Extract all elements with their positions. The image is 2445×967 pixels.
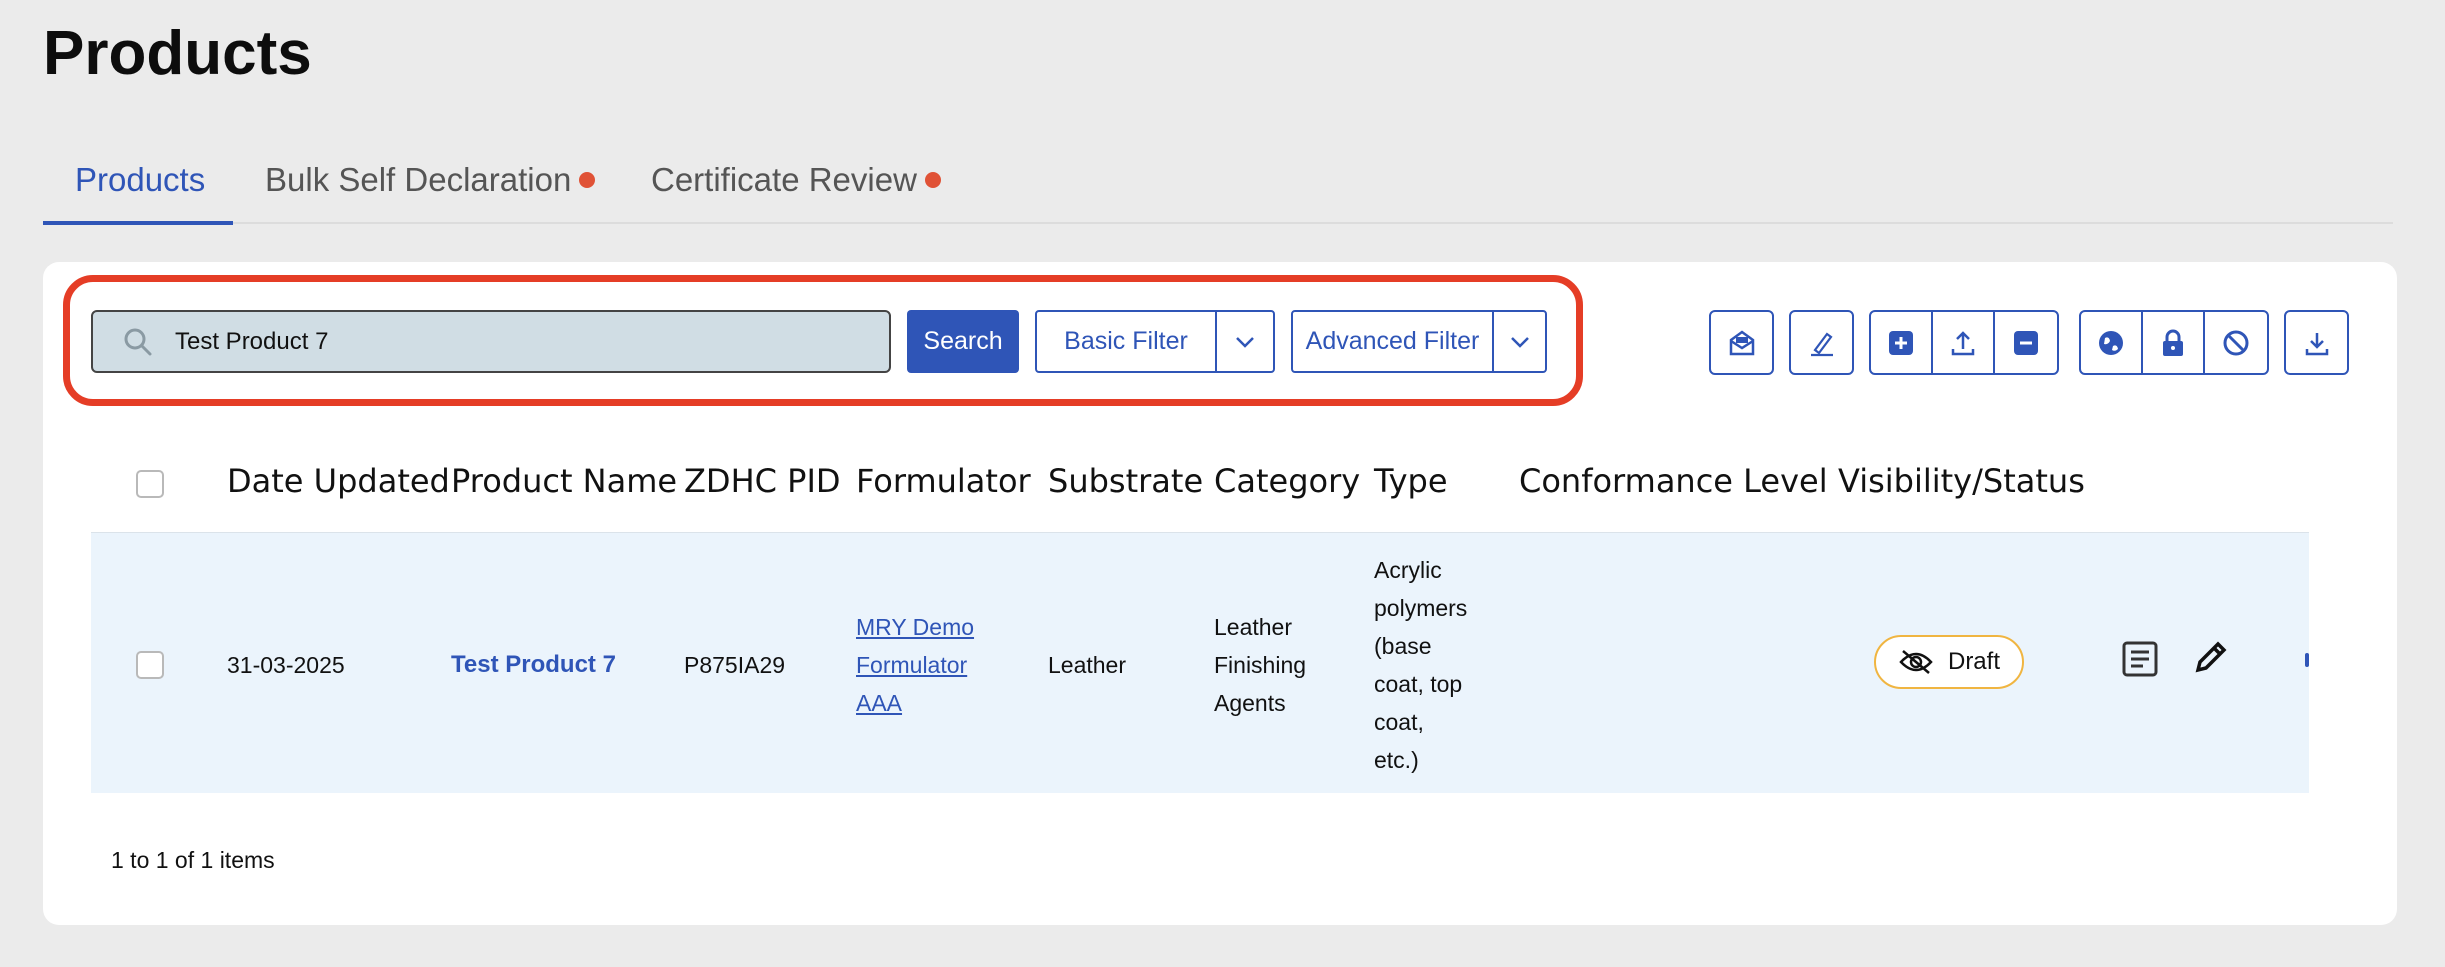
cell-category: Leather Finishing Agents (1214, 608, 1306, 722)
product-name-link[interactable]: Test Product 7 (451, 646, 616, 684)
active-tab-indicator (43, 221, 233, 225)
tab-products[interactable]: Products (75, 160, 205, 200)
sign-document-icon[interactable] (1791, 312, 1852, 373)
column-header-type[interactable]: Type (1374, 462, 1448, 500)
tab-bar: Products Bulk Self Declaration Certifica… (43, 148, 2393, 225)
tab-label: Bulk Self Declaration (265, 161, 572, 198)
table-header: Date Updated Product Name ZDHC PID Formu… (91, 440, 2309, 534)
search-input[interactable] (173, 326, 817, 357)
notification-dot (579, 172, 596, 188)
chevron-down-icon[interactable] (1494, 312, 1545, 371)
notification-dot (924, 172, 941, 188)
details-icon[interactable] (2121, 640, 2159, 683)
row-checkbox[interactable] (136, 651, 164, 679)
column-header-product-name[interactable]: Product Name (451, 462, 677, 500)
basic-filter-dropdown[interactable]: Basic Filter (1035, 310, 1275, 373)
toolbar-group-sign (1789, 310, 1854, 375)
status-badge: Draft (1874, 635, 2024, 689)
remove-icon[interactable] (1995, 312, 2057, 373)
download-icon[interactable] (2286, 312, 2347, 373)
type-line: polymers (1374, 595, 1468, 621)
tab-bulk-self-declaration[interactable]: Bulk Self Declaration (265, 160, 596, 200)
type-line: etc.) (1374, 747, 1419, 773)
more-actions-indicator (2305, 653, 2309, 667)
column-header-category[interactable]: Category (1214, 462, 1360, 500)
tab-label: Products (75, 161, 206, 198)
upload-icon[interactable] (1933, 312, 1995, 373)
category-line: Finishing (1214, 652, 1307, 678)
cell-type: Acrylic polymers (base coat, top coat, e… (1374, 551, 1467, 779)
pagination-summary: 1 to 1 of 1 items (111, 847, 275, 873)
type-line: Acrylic (1374, 557, 1442, 583)
status-label: Draft (1947, 648, 2000, 675)
envelope-open-icon[interactable] (1711, 312, 1772, 373)
category-line: Leather (1214, 614, 1293, 640)
toolbar-group-notify (1709, 310, 1774, 375)
block-icon[interactable] (2205, 312, 2267, 373)
toolbar-group-visibility (2079, 310, 2269, 375)
chevron-down-icon[interactable] (1217, 312, 1273, 371)
column-header-substrate[interactable]: Substrate (1048, 462, 1203, 500)
search-icon (124, 328, 152, 355)
formulator-link[interactable]: MRY Demo Formulator AAA (856, 608, 974, 722)
formulator-line: MRY Demo (856, 614, 975, 640)
column-header-zdhc-pid[interactable]: ZDHC PID (684, 462, 841, 500)
page-title: Products (43, 19, 312, 88)
tab-label: Certificate Review (651, 161, 917, 198)
column-header-conformance-level[interactable]: Conformance Level (1519, 462, 1828, 500)
formulator-line: Formulator (856, 652, 968, 678)
type-line: coat, (1374, 709, 1424, 735)
tab-certificate-review[interactable]: Certificate Review (651, 160, 941, 200)
advanced-filter-button[interactable]: Advanced Filter (1293, 312, 1494, 371)
cell-date-updated: 31-03-2025 (227, 652, 345, 678)
table-row[interactable]: 31-03-2025 Test Product 7 P875IA29 MRY D… (91, 533, 2309, 793)
toolbar-group-edit (1869, 310, 2059, 375)
search-button[interactable]: Search (907, 310, 1019, 373)
globe-icon[interactable] (2081, 312, 2143, 373)
add-icon[interactable] (1871, 312, 1933, 373)
eye-slash-icon (1899, 650, 1933, 674)
search-field[interactable] (91, 310, 891, 373)
formulator-line: AAA (856, 690, 903, 716)
cell-zdhc-pid: P875IA29 (684, 652, 786, 678)
column-header-date-updated[interactable]: Date Updated (227, 462, 450, 500)
column-header-visibility-status[interactable]: Visibility/Status (1838, 462, 2085, 500)
type-line: coat, top (1374, 671, 1463, 697)
type-line: (base (1374, 633, 1432, 659)
toolbar-group-download (2284, 310, 2349, 375)
category-line: Agents (1214, 690, 1286, 716)
advanced-filter-dropdown[interactable]: Advanced Filter (1291, 310, 1547, 373)
basic-filter-button[interactable]: Basic Filter (1037, 312, 1217, 371)
select-all-checkbox[interactable] (136, 470, 164, 498)
column-header-formulator[interactable]: Formulator (856, 462, 1031, 500)
lock-icon[interactable] (2143, 312, 2205, 373)
cell-substrate: Leather (1048, 652, 1127, 678)
edit-pencil-icon[interactable] (2190, 638, 2230, 683)
